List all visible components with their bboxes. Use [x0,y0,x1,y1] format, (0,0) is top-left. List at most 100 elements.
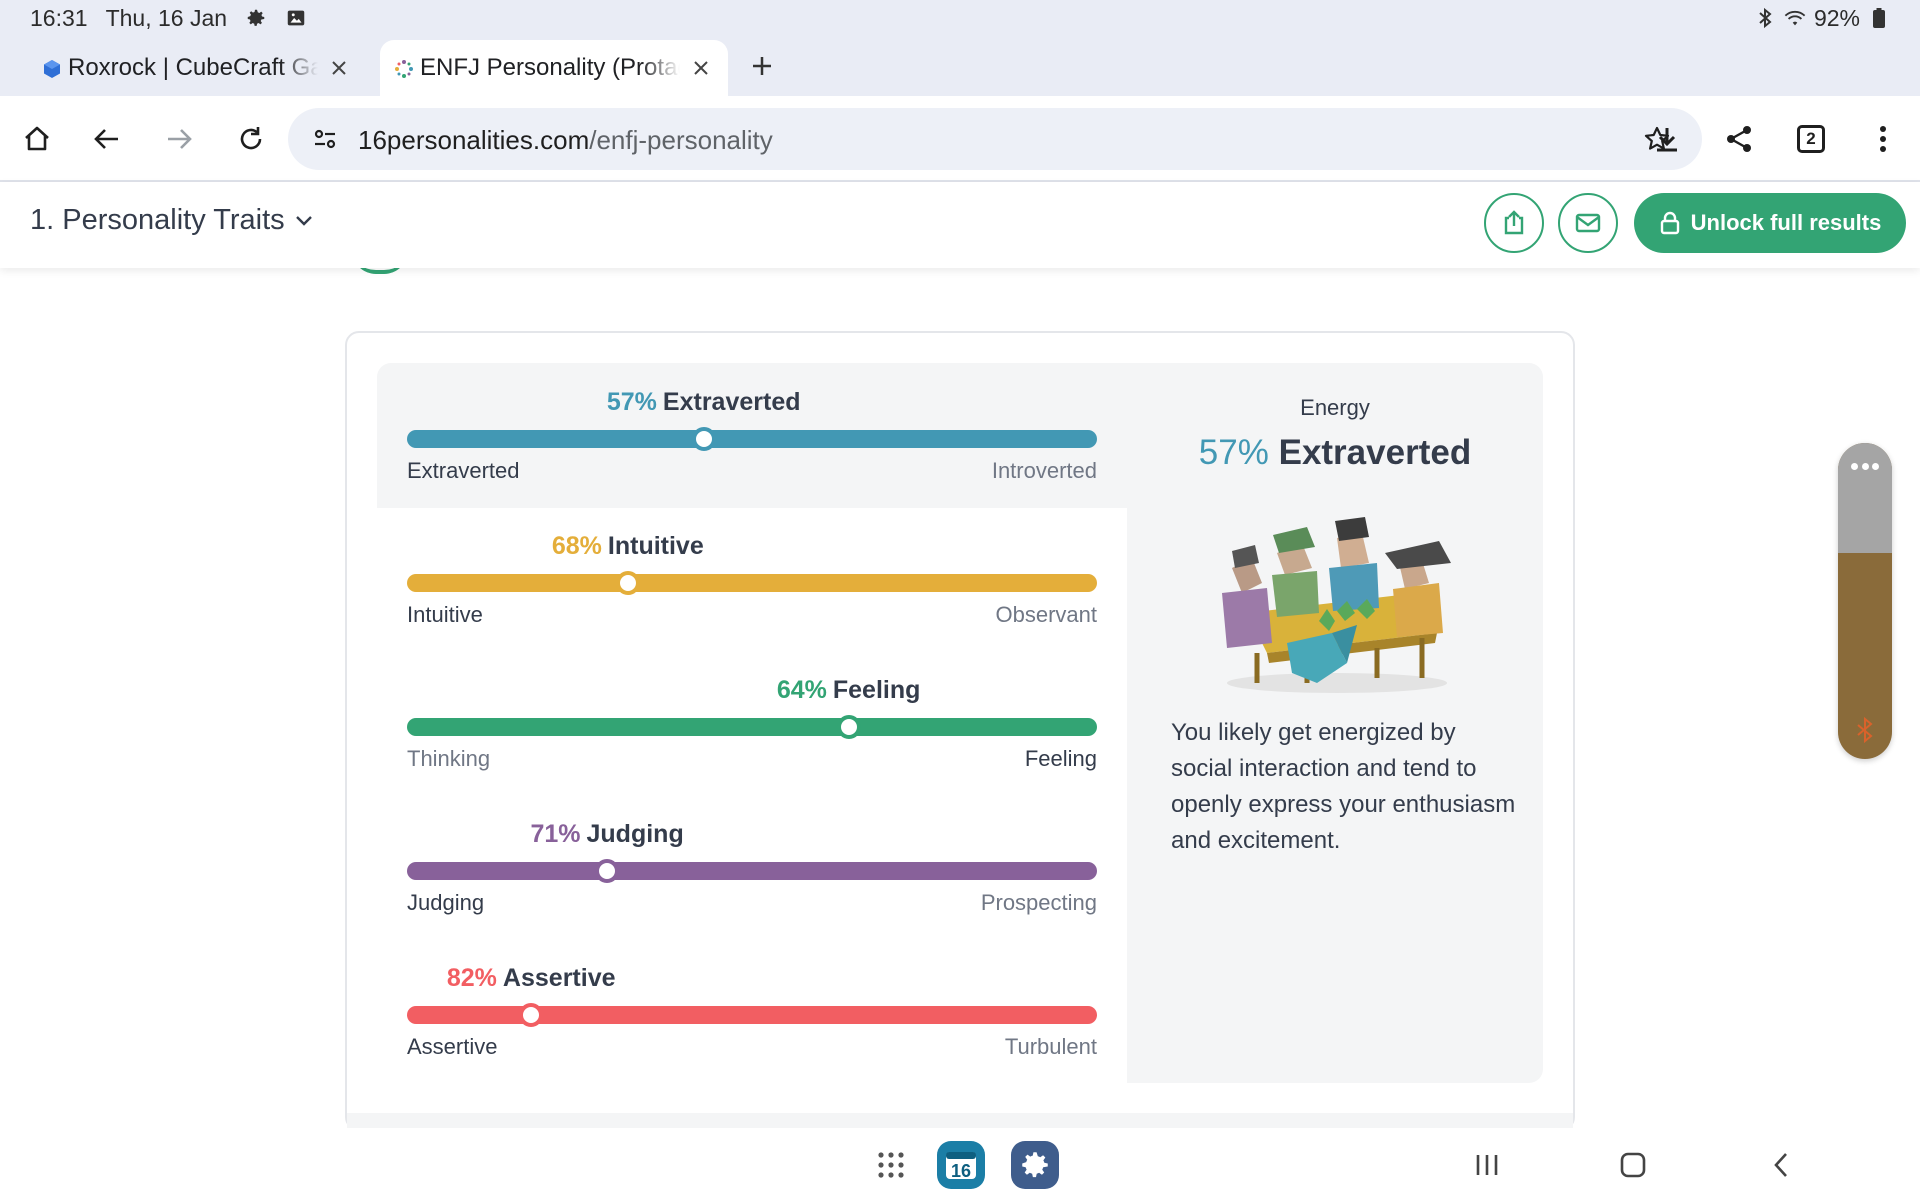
settings-gear-icon [1011,1141,1059,1189]
trait-row-mind[interactable]: 68% Intuitive Intuitive Observant [407,532,1097,642]
trait-row-identity[interactable]: 82% Assertive Assertive Turbulent [407,964,1097,1074]
share-icon [1727,126,1751,152]
menu-button[interactable] [1860,116,1906,162]
trait-title: 64% Feeling [777,676,921,705]
reload-button[interactable] [228,116,274,162]
trait-marker [691,427,716,451]
reload-icon [240,127,262,150]
back-nav-button[interactable] [1756,1140,1806,1190]
trait-right-label: Turbulent [1004,1034,1097,1059]
trait-name: Feeling [832,676,921,704]
home-nav-button[interactable] [1608,1140,1658,1190]
trait-left-label: Assertive [407,1034,498,1059]
trait-percent: 64% [776,676,827,704]
bluetooth-icon [1857,717,1873,743]
trait-row-nature[interactable]: 64% Feeling Thinking Feeling [407,676,1097,786]
email-results-button[interactable] [1558,193,1618,253]
mail-icon [1575,213,1601,233]
settings-app-button[interactable] [1010,1140,1060,1190]
unlock-full-results-button[interactable]: Unlock full results [1634,193,1906,253]
recent-apps-button[interactable] [1462,1140,1512,1190]
trait-bar [407,862,1097,880]
home-button[interactable] [14,116,60,162]
chevron-left-icon [1774,1153,1787,1177]
url-path: /enfj-personality [589,125,773,155]
gallery-notification-icon [285,7,307,29]
trait-marker [519,1003,544,1027]
close-tab-icon[interactable] [688,55,714,81]
download-button[interactable] [1644,116,1690,162]
trait-title: 71% Judging [530,820,683,849]
trait-right-label: Feeling [1024,746,1097,771]
trait-left-label: Thinking [407,746,491,771]
trait-title: 68% Intuitive [552,532,704,561]
chevron-down-icon [295,215,312,226]
arrow-left-icon [94,129,118,149]
trait-left-label: Intuitive [407,602,483,627]
trait-percent: 57% [606,388,657,416]
battery-percent: 92% [1813,4,1860,31]
trait-marker [595,859,620,883]
trait-title: 57% Extraverted [607,388,801,417]
trait-bar [407,574,1097,592]
tab-cubecraft[interactable]: Roxrock | CubeCraft Games [28,40,366,96]
trait-row-tactics[interactable]: 71% Judging Judging Prospecting [407,820,1097,930]
trait-left-label: Extraverted [407,458,520,483]
address-bar[interactable]: 16personalities.com/enfj-personality [288,108,1702,170]
share-upload-icon [1504,210,1524,235]
settings-notification-icon [245,7,267,29]
recents-icon [1476,1155,1498,1175]
arrow-right-icon [168,129,192,149]
trait-name: Judging [586,820,684,848]
trait-right-label: Introverted [991,458,1097,483]
section-dropdown[interactable]: 1. Personality Traits [30,204,313,237]
trait-title: 82% Assertive [447,964,616,993]
browser-toolbar: 16personalities.com/enfj-personality 2 [0,96,1920,182]
trait-marker [615,571,640,595]
trait-right-label: Prospecting [980,890,1097,915]
wifi-icon [1784,7,1806,29]
trait-name: Extraverted [662,388,801,416]
calendar-day: 16 [950,1161,972,1181]
status-time: 16:31 [30,4,88,31]
tab-switcher-button[interactable]: 2 [1788,116,1834,162]
system-nav-bar: 16 [0,1128,1920,1200]
battery-icon [1868,7,1890,29]
new-tab-button[interactable] [744,48,780,84]
edge-panel-handle[interactable] [1838,443,1892,759]
calendar-app-button[interactable]: 16 [936,1140,986,1190]
trait-right-label: Observant [995,602,1098,627]
forward-button[interactable] [156,116,202,162]
site-settings-icon[interactable] [308,122,342,156]
detail-percent: 57% [1198,433,1269,472]
tab-count: 2 [1797,125,1825,153]
unlock-label: Unlock full results [1690,210,1882,235]
trait-bar [407,1006,1097,1024]
more-horizontal-icon[interactable] [1851,463,1879,471]
app-drawer-button[interactable] [866,1140,916,1190]
tab-enfj-personality[interactable]: ENFJ Personality (Protagonist) [380,40,728,96]
url-text[interactable]: 16personalities.com/enfj-personality [358,125,773,156]
share-results-button[interactable] [1484,193,1544,253]
trait-row-energy[interactable]: 57% Extraverted Extraverted Introverted [407,388,1097,498]
trait-name: Intuitive [607,532,704,560]
back-button[interactable] [84,116,130,162]
trait-percent: 71% [530,820,581,848]
bluetooth-icon [1754,7,1776,29]
more-vertical-icon [1880,126,1886,152]
section-title: 1. Personality Traits [30,204,285,236]
trait-left-label: Judging [407,890,485,915]
url-domain: 16personalities.com [358,125,590,155]
status-date: Thu, 16 Jan [105,4,228,31]
extraverted-people-illustration [1222,517,1451,693]
plus-icon [753,57,771,75]
close-tab-icon[interactable] [326,55,352,81]
calendar-icon: 16 [937,1141,985,1189]
trait-marker [836,715,861,739]
tab-title: Roxrock | CubeCraft Games [68,54,318,81]
detail-kicker: Energy [1300,395,1370,420]
share-button[interactable] [1716,116,1762,162]
download-icon [1657,128,1677,152]
tab-strip: Roxrock | CubeCraft Games ENFJ Personali… [0,36,1920,96]
detail-heading: 57% Extraverted [1127,433,1543,473]
